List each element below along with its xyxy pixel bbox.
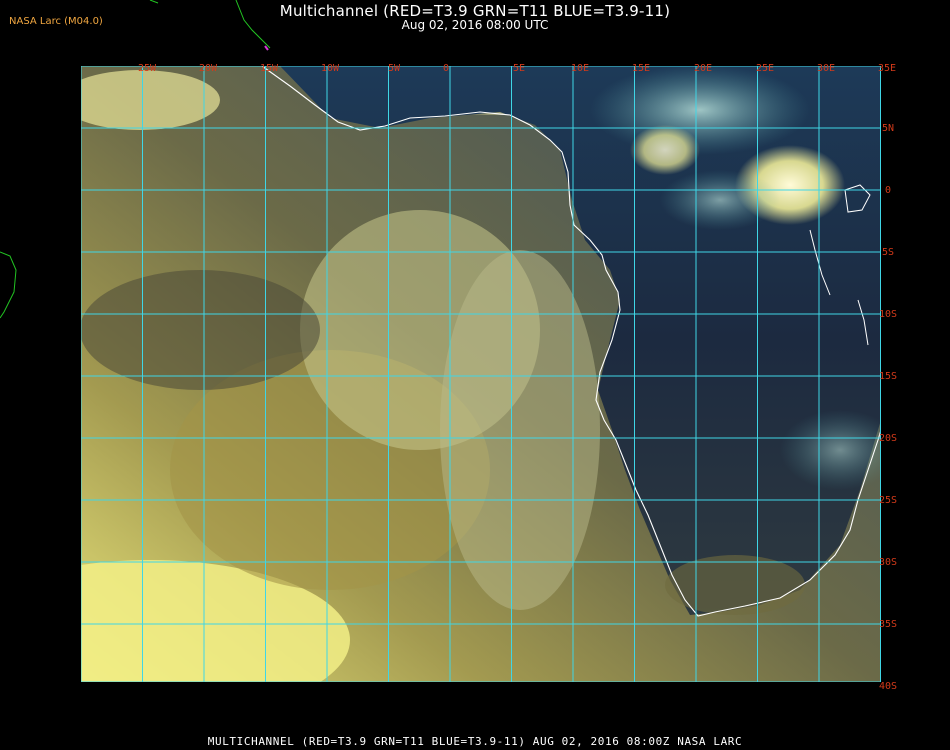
latitude-label: 30S: [879, 557, 897, 568]
longitude-label: 20E: [694, 63, 712, 74]
latitude-labels: 5N 0 5S 10S 15S 20S 25S 30S 35S 40S: [879, 123, 897, 692]
longitude-label: 30E: [817, 63, 835, 74]
longitude-label: 15W: [260, 63, 279, 74]
latitude-label: 20S: [879, 433, 897, 444]
latitude-label: 5N: [882, 123, 894, 134]
satellite-map: 25W 20W 15W 10W 5W 0 5E 10E 15E 20E 25E 30E 35E 5N05…: [0, 0, 897, 692]
footer-caption: MULTICHANNEL (RED=T3.9 GRN=T11 BLUE=T3.9…: [207, 735, 743, 748]
latitude-label: 25S: [879, 495, 897, 506]
longitude-label: 10W: [321, 63, 340, 74]
latitude-label: 0: [885, 185, 891, 196]
satellite-imagery: [81, 66, 881, 682]
longitude-label: 15E: [632, 63, 650, 74]
longitude-label: 35E: [878, 63, 896, 74]
latitude-label: 40S: [879, 681, 897, 692]
longitude-label: 10E: [571, 63, 589, 74]
south-america-outline: [0, 251, 17, 319]
longitude-label: 20W: [199, 63, 218, 74]
latitude-label: 10S: [879, 309, 897, 320]
longitude-label: 25E: [756, 63, 774, 74]
latitude-label: 15S: [879, 371, 897, 382]
latitude-label: 5S: [882, 247, 894, 258]
longitude-label: 5W: [388, 63, 401, 74]
longitude-label: 0: [443, 63, 449, 74]
longitude-label: 25W: [138, 63, 157, 74]
longitude-label: 5E: [513, 63, 525, 74]
image-timestamp: Aug 02, 2016 08:00 UTC: [401, 18, 549, 32]
latitude-label: 35S: [879, 619, 897, 630]
